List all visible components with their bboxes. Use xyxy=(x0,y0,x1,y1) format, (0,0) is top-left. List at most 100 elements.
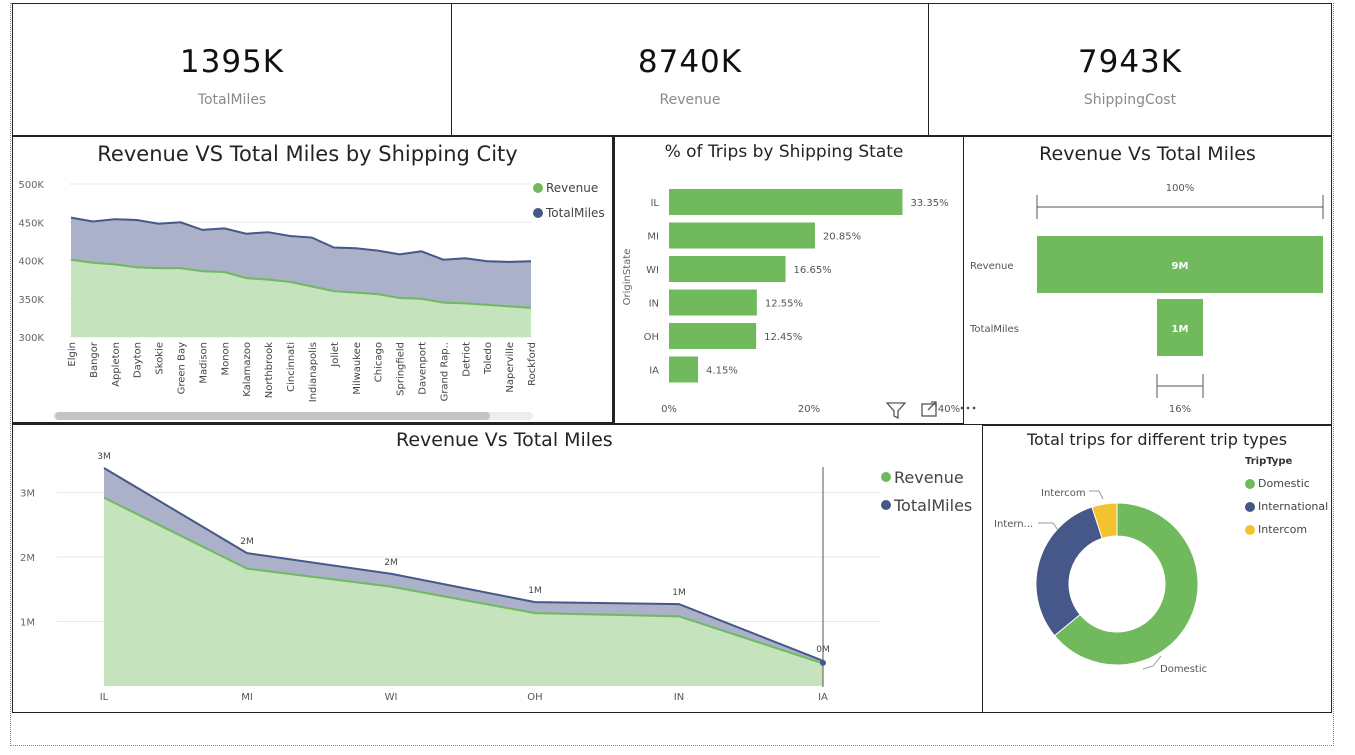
bar-value-label: 20.85% xyxy=(823,232,861,243)
x-tick-label: Davenport xyxy=(417,342,428,395)
y-tick-label: 3M xyxy=(20,489,35,500)
legend-item-domestic[interactable]: Domestic xyxy=(1245,472,1328,495)
x-tick-label: Elgin xyxy=(67,342,78,367)
y-tick-label: IN xyxy=(649,299,659,310)
kpi-value: 7943K xyxy=(1077,44,1183,80)
bar-value-label: 33.35% xyxy=(910,198,948,209)
x-tick-label: IN xyxy=(674,692,684,703)
x-tick-label: Toledo xyxy=(483,342,494,375)
y-tick-label: 450K xyxy=(18,218,44,229)
y-tick-label: 500K xyxy=(18,180,44,191)
y-tick-label: 300K xyxy=(18,333,44,344)
data-label: 3M xyxy=(97,452,111,462)
legend-label: Intercom xyxy=(1258,523,1308,536)
city-area-chart: 500K 450K 400K 350K 300K Elgin Bangor Appleton D… xyxy=(18,180,538,402)
data-label: 1M xyxy=(528,586,542,596)
legend-item-intercom[interactable]: Intercom xyxy=(1245,518,1328,541)
filter-icon[interactable] xyxy=(885,402,907,420)
kpi-card-total-miles[interactable]: 1395K TotalMiles xyxy=(12,3,452,136)
x-tick-label: Milwaukee xyxy=(352,342,363,395)
intercom-legend-dot-icon xyxy=(1245,524,1255,535)
x-tick-label: Monon xyxy=(220,342,231,376)
kpi-value: 8740K xyxy=(637,44,743,80)
legend-item-revenue[interactable]: Revenue xyxy=(881,463,972,491)
bar xyxy=(669,189,903,215)
bar xyxy=(669,289,757,316)
more-options-icon[interactable] xyxy=(960,406,976,410)
horizontal-scrollbar-thumb[interactable] xyxy=(55,412,490,420)
x-tick-label: Chicago xyxy=(374,342,385,382)
legend-item-totalmiles[interactable]: TotalMiles xyxy=(881,491,972,519)
legend-label: International xyxy=(1258,500,1329,513)
state-bar-chart: OriginState IL 33.35% MI 20.85% WI 16.65% IN 12.… xyxy=(622,189,960,415)
funnel-value-label: 9M xyxy=(1172,261,1189,272)
legend-label: TotalMiles xyxy=(546,205,605,220)
x-tick-label: Grand Rap.. xyxy=(439,342,450,401)
legend-label: Domestic xyxy=(1258,477,1310,490)
legend-label: Revenue xyxy=(546,180,599,195)
x-tick-label: Detriot xyxy=(461,342,472,377)
x-tick-label: Green Bay xyxy=(177,342,188,394)
x-tick-label: Dayton xyxy=(133,342,144,378)
kpi-label: Revenue xyxy=(659,92,721,108)
x-tick-label: Bangor xyxy=(89,341,100,378)
funnel-chart: 100% Revenue 9M TotalMiles 1M 16% xyxy=(969,183,1324,415)
data-label: 2M xyxy=(384,558,398,568)
legend-item-international[interactable]: International xyxy=(1245,495,1328,518)
y-tick-label: WI xyxy=(646,265,659,276)
slice-label: Domestic xyxy=(1160,664,1207,675)
bar xyxy=(669,323,757,349)
x-tick-label: Cincinnati xyxy=(286,342,297,392)
slice-leader-line xyxy=(1089,490,1104,500)
donut-chart-panel[interactable]: Total trips for different trip types Dom… xyxy=(982,425,1332,713)
state-area-legend[interactable]: Revenue TotalMiles xyxy=(881,463,972,519)
x-tick-label: 20% xyxy=(798,404,820,415)
x-tick-label: Indianapolis xyxy=(308,342,319,402)
revenue-legend-dot-icon xyxy=(881,472,891,482)
bar-value-label: 12.55% xyxy=(765,299,803,310)
slice-label: Intercom xyxy=(1041,488,1086,499)
state-area-chart: 3M 2M 1M 3M 2M 2M 1M 1M 0M IL MI WI OH IN IA xyxy=(20,452,881,703)
x-tick-label: IA xyxy=(818,692,828,703)
focus-mode-icon[interactable] xyxy=(921,401,937,417)
funnel-chart-panel[interactable]: Revenue Vs Total Miles 100% Revenue 9M Tota… xyxy=(963,136,1332,425)
kpi-card-shipping-cost[interactable]: 7943K ShippingCost xyxy=(928,3,1332,136)
y-tick-label: IL xyxy=(650,198,659,209)
kpi-card-revenue[interactable]: 8740K Revenue xyxy=(451,3,929,136)
revenue-legend-dot-icon xyxy=(533,182,543,193)
legend-label: Revenue xyxy=(894,467,964,487)
x-tick-label: Naperville xyxy=(505,342,516,393)
international-legend-dot-icon xyxy=(1245,501,1255,512)
legend-item-revenue[interactable]: Revenue xyxy=(533,175,605,200)
bar-value-label: 12.45% xyxy=(764,332,802,343)
state-bar-chart-panel[interactable]: % of Trips by Shipping State OriginState… xyxy=(614,136,964,424)
bar xyxy=(669,356,699,383)
data-label: 1M xyxy=(672,588,686,598)
legend-item-totalmiles[interactable]: TotalMiles xyxy=(533,200,605,225)
kpi-label: ShippingCost xyxy=(1083,92,1177,108)
y-tick-label: OH xyxy=(644,332,659,343)
state-area-chart-panel[interactable]: Revenue Vs Total Miles 3M 2M 1M 3M 2M 2M 1M 1M 0… xyxy=(12,424,983,713)
city-area-chart-panel[interactable]: Revenue VS Total Miles by Shipping City … xyxy=(12,136,614,424)
city-chart-legend[interactable]: Revenue TotalMiles xyxy=(533,175,605,225)
totalmiles-legend-dot-icon xyxy=(881,500,891,510)
x-tick-label: Appleton xyxy=(111,342,122,387)
kpi-value: 1395K xyxy=(179,44,285,80)
donut-legend[interactable]: TripType Domestic International Intercom xyxy=(1245,456,1328,541)
slice-label: Intern... xyxy=(994,519,1033,530)
bar-value-label: 16.65% xyxy=(794,265,832,276)
data-label: 0M xyxy=(816,645,830,655)
legend-label: TotalMiles xyxy=(894,495,973,515)
y-tick-label: 400K xyxy=(18,257,44,268)
y-tick-label: 2M xyxy=(20,553,35,564)
bottom-percent-label: 16% xyxy=(1169,404,1191,415)
legend-title: TripType xyxy=(1245,456,1293,467)
horizontal-scrollbar-track[interactable] xyxy=(53,412,533,420)
x-tick-label: IL xyxy=(100,692,109,703)
top-percent-label: 100% xyxy=(1166,183,1195,194)
totalmiles-legend-dot-icon xyxy=(533,207,543,218)
donut-slice xyxy=(1035,506,1103,637)
domestic-legend-dot-icon xyxy=(1245,478,1255,489)
y-axis-label: OriginState xyxy=(622,249,633,306)
data-label: 2M xyxy=(240,537,254,547)
